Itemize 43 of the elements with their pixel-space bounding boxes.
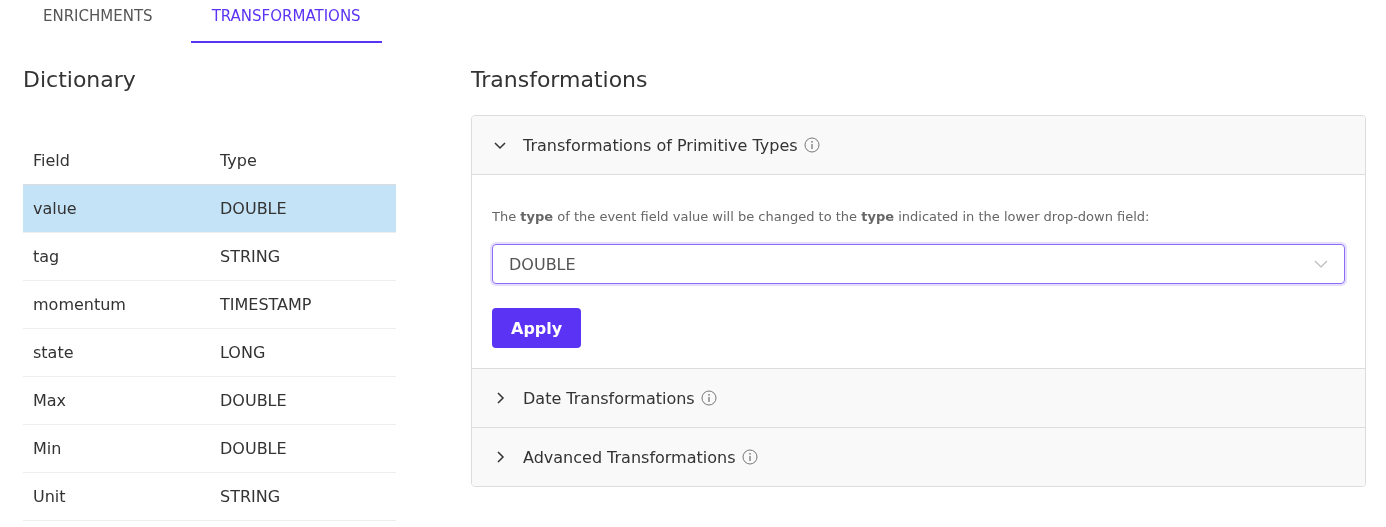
description-text: The type of the event field value will be changed to the type indicated in the lower drop-down field:: [492, 209, 1151, 224]
table-cell-text: STRING: [219, 247, 282, 266]
table-cell-text: STRING: [219, 487, 282, 506]
table-row[interactable]: Unit STRING: [23, 473, 396, 521]
table-cell-text: state: [32, 343, 75, 362]
tab[interactable]: ENRICHMENTS: [22, 0, 174, 43]
table-row[interactable]: Min DOUBLE: [23, 425, 396, 473]
table-cell-text: Unit: [32, 487, 67, 506]
table-cell-text: tag: [32, 247, 61, 266]
table-cell-text: DOUBLE: [219, 199, 288, 218]
chevron-icon: [494, 451, 506, 463]
chevron-icon: [494, 392, 506, 404]
info-icon[interactable]: [803, 137, 820, 153]
table-row[interactable]: state LONG: [23, 329, 396, 377]
table-cell-text: TIMESTAMP: [219, 295, 313, 314]
type-dropdown[interactable]: DOUBLE: [492, 244, 1345, 284]
accordion-header[interactable]: Date Transformations: [472, 368, 1365, 427]
column-header: Type: [219, 151, 258, 170]
accordion-title: Advanced Transformations: [523, 447, 736, 467]
tab[interactable]: TRANSFORMATIONS: [190, 0, 382, 43]
section-title: Dictionary: [23, 67, 137, 94]
table-row[interactable]: value DOUBLE: [23, 185, 396, 233]
chevron-icon: [494, 139, 506, 151]
table-row[interactable]: tag STRING: [23, 233, 396, 281]
table-row[interactable]: Max DOUBLE: [23, 377, 396, 425]
apply-button[interactable]: Apply: [492, 308, 582, 348]
accordion-title: Date Transformations: [523, 388, 695, 408]
table-cell-text: value: [32, 199, 78, 218]
column-header: Field: [32, 151, 71, 170]
chevron-icon: [1314, 260, 1328, 268]
accordion-header[interactable]: Transformations of Primitive Types: [472, 116, 1365, 174]
table-cell-text: Max: [32, 391, 68, 410]
table-cell-text: Min: [32, 439, 63, 458]
info-icon[interactable]: [700, 390, 717, 406]
table-cell-text: DOUBLE: [219, 391, 288, 410]
section-title: Transformations: [471, 67, 649, 94]
accordion-title: Transformations of Primitive Types: [523, 135, 798, 155]
table-cell-text: DOUBLE: [219, 439, 288, 458]
table-row[interactable]: momentum TIMESTAMP: [23, 281, 396, 329]
table-cell-text: LONG: [219, 343, 267, 362]
table-cell-text: momentum: [32, 295, 127, 314]
info-icon[interactable]: [741, 449, 758, 465]
accordion-header[interactable]: Advanced Transformations: [472, 427, 1365, 486]
